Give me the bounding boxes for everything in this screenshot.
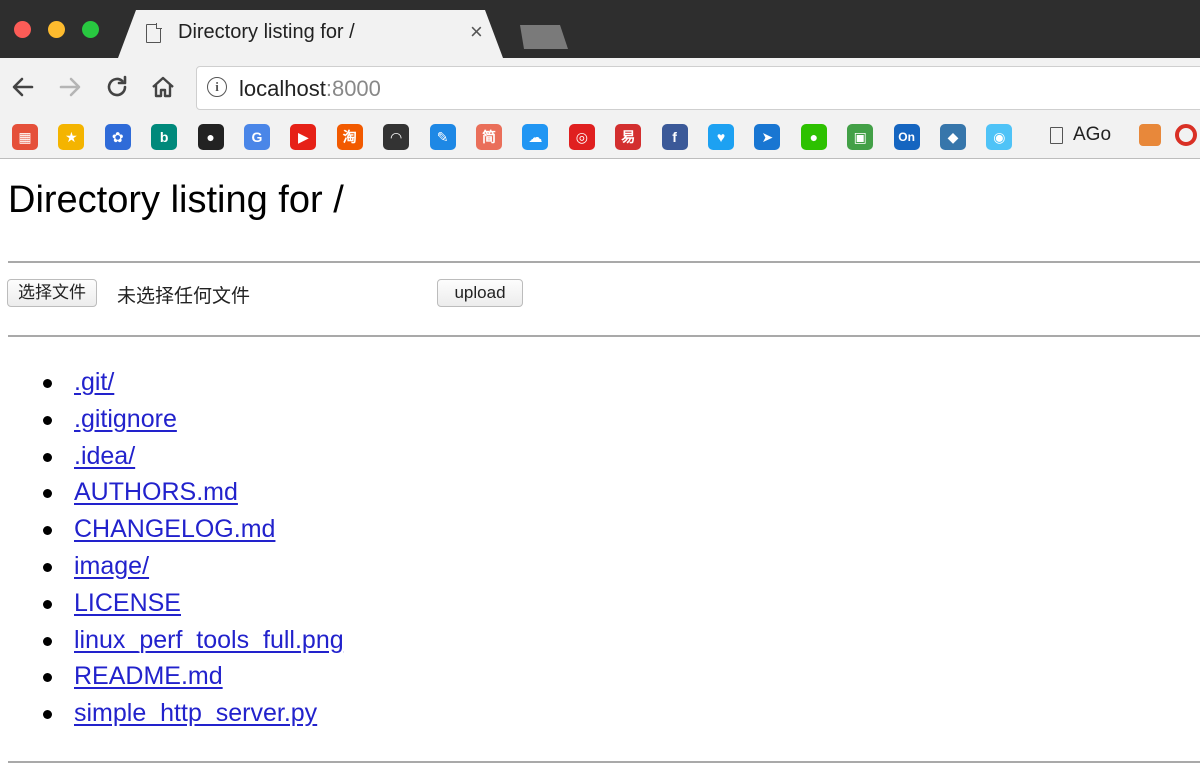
chrome-icon[interactable] bbox=[1175, 124, 1198, 146]
feather-icon[interactable]: ➤ bbox=[754, 124, 781, 150]
list-item: README.md bbox=[0, 658, 344, 695]
file-list: .git/ .gitignore .idea/AUTHORS.md CHANGELOG… bbox=[0, 364, 344, 732]
list-item: AUTHORS.md bbox=[0, 474, 344, 511]
on-icon[interactable]: On bbox=[893, 124, 920, 150]
list-item: linux_perf_tools_full.png bbox=[0, 622, 344, 659]
minimize-window-button[interactable] bbox=[48, 21, 65, 38]
file-status-text: 未选择任何文件 bbox=[117, 285, 251, 307]
upload-button[interactable]: upload bbox=[437, 279, 523, 307]
reload-button[interactable] bbox=[102, 72, 132, 102]
netease-icon[interactable]: 易 bbox=[615, 124, 642, 150]
divider bbox=[8, 335, 1200, 337]
gopher-icon[interactable]: ◉ bbox=[986, 124, 1013, 150]
file-link[interactable]: .gitignore bbox=[74, 405, 177, 433]
page-icon bbox=[146, 23, 162, 43]
apps-icon[interactable]: ▦ bbox=[12, 124, 38, 150]
facebook-icon[interactable]: f bbox=[661, 124, 688, 150]
url-host: localhost bbox=[239, 76, 326, 101]
back-button[interactable] bbox=[8, 72, 38, 102]
file-link[interactable]: simple_http_server.py bbox=[74, 699, 317, 727]
address-bar[interactable]: i localhost:8000 bbox=[196, 66, 1200, 110]
jianshu-icon[interactable]: 简 bbox=[476, 124, 502, 150]
list-item: LICENSE bbox=[0, 585, 344, 622]
file-link[interactable]: CHANGELOG.md bbox=[74, 515, 275, 543]
file-link[interactable]: AUTHORS.md bbox=[74, 478, 238, 506]
google-translate-icon[interactable]: G bbox=[244, 124, 270, 150]
star-icon[interactable]: ★ bbox=[58, 124, 85, 150]
arrow-right-icon bbox=[59, 77, 81, 97]
stack-icon[interactable] bbox=[1139, 124, 1162, 146]
url-text[interactable]: localhost:8000 bbox=[239, 76, 381, 102]
maze-icon[interactable]: ▣ bbox=[847, 124, 874, 150]
list-item: .gitignore bbox=[0, 401, 344, 438]
page-content: Directory listing for / 选择文件 未选择任何文件 upl… bbox=[0, 159, 1200, 772]
browser-tab-content: Directory listing for / × bbox=[118, 10, 503, 58]
divider bbox=[8, 761, 1200, 763]
bing-icon[interactable]: b bbox=[151, 124, 178, 150]
pencil-icon[interactable]: ✎ bbox=[429, 124, 456, 150]
home-button[interactable] bbox=[148, 72, 178, 102]
list-item: .git/ bbox=[0, 364, 344, 401]
divider bbox=[8, 261, 1200, 263]
home-icon bbox=[152, 76, 174, 98]
info-icon[interactable]: i bbox=[207, 77, 227, 97]
cloud-icon[interactable]: ☁ bbox=[522, 124, 549, 150]
browser-toolbar: i localhost:8000 bbox=[0, 58, 1200, 116]
list-item: CHANGELOG.md bbox=[0, 511, 344, 548]
forward-button[interactable] bbox=[55, 72, 85, 102]
bookmark-ago[interactable]: AGo bbox=[1050, 124, 1198, 146]
window-titlebar: Directory listing for / × bbox=[0, 0, 1200, 58]
arrow-left-icon bbox=[12, 77, 34, 97]
github-icon[interactable]: ● bbox=[197, 124, 224, 150]
file-link[interactable]: image/ bbox=[74, 552, 149, 580]
netease-music-icon[interactable]: ◎ bbox=[568, 124, 595, 150]
new-tab-button[interactable] bbox=[520, 25, 568, 49]
choose-file-button[interactable]: 选择文件 bbox=[7, 279, 97, 307]
bookmarks-bar: AGo ▦ ★ ✿ b ● G ▶ 淘 ◠ ✎ 简 ☁ ◎ 易 f ♥ ➤ ● ▣ On ◆ ◉ bbox=[0, 116, 1200, 159]
list-item: image/ bbox=[0, 548, 344, 585]
tab-title: Directory listing for / bbox=[178, 21, 355, 43]
url-port: :8000 bbox=[325, 76, 381, 101]
file-link[interactable]: linux_perf_tools_full.png bbox=[74, 626, 344, 654]
tab-close-icon[interactable]: × bbox=[470, 20, 483, 44]
file-link[interactable]: LICENSE bbox=[74, 589, 181, 617]
hat-icon[interactable]: ◠ bbox=[383, 124, 410, 150]
wechat-icon[interactable]: ● bbox=[800, 124, 827, 150]
close-window-button[interactable] bbox=[14, 21, 31, 38]
file-link[interactable]: .git/ bbox=[74, 368, 114, 396]
taobao-icon[interactable]: 淘 bbox=[336, 124, 363, 150]
reload-icon bbox=[107, 75, 127, 97]
twitter-icon[interactable]: ♥ bbox=[708, 124, 734, 150]
python-icon[interactable]: ◆ bbox=[940, 124, 966, 150]
list-item: .idea/ bbox=[0, 438, 344, 475]
file-link[interactable]: .idea/ bbox=[74, 442, 135, 470]
baidu-icon[interactable]: ✿ bbox=[104, 124, 131, 150]
zoom-window-button[interactable] bbox=[82, 21, 99, 38]
list-item: simple_http_server.py bbox=[0, 695, 344, 732]
page-title: Directory listing for / bbox=[8, 179, 344, 221]
page-icon bbox=[1050, 126, 1063, 144]
youtube-icon[interactable]: ▶ bbox=[290, 124, 317, 150]
file-link[interactable]: README.md bbox=[74, 662, 223, 690]
bookmark-ago-label: AGo bbox=[1073, 124, 1112, 145]
